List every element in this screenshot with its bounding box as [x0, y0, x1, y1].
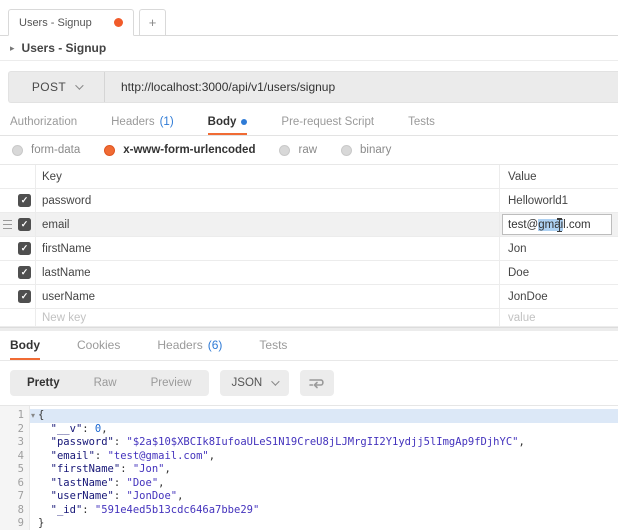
unsaved-changes-dot-icon [114, 18, 123, 27]
line-number: 6 [0, 477, 30, 491]
request-tab-label: Users - Signup [19, 17, 114, 29]
request-tab-body[interactable]: Body [208, 111, 248, 135]
row-checkbox[interactable]: ✓ [18, 242, 31, 255]
params-table: Key Value ✓ password Helloworld1 ✓ email… [0, 164, 618, 327]
response-tab-headers[interactable]: Headers (6) [157, 331, 222, 360]
param-key-input[interactable]: email [36, 213, 500, 236]
row-checkbox[interactable]: ✓ [18, 218, 31, 231]
new-value-input[interactable]: value [500, 309, 618, 326]
language-label: JSON [232, 377, 263, 389]
body-mode-raw[interactable]: raw [279, 144, 317, 156]
wrap-lines-button[interactable] [300, 370, 334, 396]
postman-window: Users - Signup + ▸ Users - Signup POST h… [0, 0, 618, 530]
request-tab-tests[interactable]: Tests [408, 111, 435, 135]
param-row[interactable]: ✓ firstName Jon [0, 237, 618, 261]
method-label: POST [32, 80, 66, 94]
row-checkbox[interactable]: ✓ [18, 194, 31, 207]
param-row[interactable]: ✓ userName JonDoe [0, 285, 618, 309]
param-value-input[interactable]: Helloworld1 [500, 189, 618, 212]
new-key-input[interactable]: New key [36, 309, 500, 326]
code-line: 9} [0, 517, 618, 530]
line-number: 2 [0, 423, 30, 437]
value-column-header: Value [500, 165, 618, 188]
line-number: 4 [0, 450, 30, 464]
request-tab[interactable]: Users - Signup [8, 9, 134, 36]
collapse-caret-icon[interactable]: ▸ [10, 43, 15, 54]
request-tab-headers[interactable]: Headers (1) [111, 111, 174, 135]
response-tabs: Body Cookies Headers (6) Tests [0, 331, 618, 361]
request-tab-authorization[interactable]: Authorization [10, 111, 77, 135]
new-tab-button[interactable]: + [139, 9, 166, 36]
radio-icon[interactable] [279, 145, 290, 156]
line-number: 9 [0, 517, 30, 530]
line-number: 8 [0, 504, 30, 518]
code-line: 5 "firstName": "Jon", [0, 463, 618, 477]
code-line: 3 "password": "$2a$10$XBCIk8IufoaULeS1N1… [0, 436, 618, 450]
response-tab-body[interactable]: Body [10, 331, 40, 360]
code-line: 7 "userName": "JonDoe", [0, 490, 618, 504]
param-key-input[interactable]: lastName [36, 261, 500, 284]
request-name: Users - Signup [22, 41, 107, 55]
fold-caret-icon[interactable]: ▾ [31, 409, 35, 423]
response-toolbar: PrettyRawPreview JSON [0, 361, 618, 405]
code-line: 2 "__v": 0, [0, 423, 618, 437]
param-row[interactable]: ✓ email test@gmail.com [0, 213, 618, 237]
view-mode-pretty[interactable]: Pretty [10, 370, 77, 396]
request-name-row[interactable]: ▸ Users - Signup [0, 36, 618, 61]
chevron-down-icon [271, 377, 279, 385]
tab-bar: Users - Signup + [0, 0, 618, 36]
param-value-input-focused[interactable]: test@gmail.com [502, 214, 612, 235]
body-mode-x-www-form-urlencoded[interactable]: x-www-form-urlencoded [104, 144, 255, 156]
code-line: 4 "email": "test@gmail.com", [0, 450, 618, 464]
row-checkbox[interactable]: ✓ [18, 290, 31, 303]
code-line: 6 "lastName": "Doe", [0, 477, 618, 491]
param-value-input[interactable]: test@gmail.com [500, 213, 618, 236]
radio-icon[interactable] [104, 145, 115, 156]
code-line: 8 "_id": "591e4ed5b13cdc646a7bbe29" [0, 504, 618, 518]
param-value-input[interactable]: Jon [500, 237, 618, 260]
language-dropdown[interactable]: JSON [220, 370, 290, 396]
url-bar: POST http://localhost:3000/api/v1/users/… [8, 71, 618, 103]
line-number: 7 [0, 490, 30, 504]
code-line: 1▾{ [0, 409, 618, 423]
row-checkbox[interactable]: ✓ [18, 266, 31, 279]
line-number: 1 [0, 409, 30, 423]
method-dropdown[interactable]: POST [9, 72, 105, 102]
new-param-row[interactable]: New key value [0, 309, 618, 327]
response-tab-cookies[interactable]: Cookies [77, 331, 120, 360]
params-header-row: Key Value [0, 165, 618, 189]
url-input[interactable]: http://localhost:3000/api/v1/users/signu… [105, 80, 335, 94]
key-column-header: Key [36, 165, 500, 188]
param-key-input[interactable]: password [36, 189, 500, 212]
radio-icon[interactable] [12, 145, 23, 156]
line-number: 3 [0, 436, 30, 450]
param-value-input[interactable]: JonDoe [500, 285, 618, 308]
view-mode-switcher: PrettyRawPreview [10, 370, 209, 396]
wrap-lines-icon [309, 377, 325, 389]
text-cursor-icon [555, 218, 564, 232]
param-row[interactable]: ✓ password Helloworld1 [0, 189, 618, 213]
param-row[interactable]: ✓ lastName Doe [0, 261, 618, 285]
param-key-input[interactable]: firstName [36, 237, 500, 260]
view-mode-raw[interactable]: Raw [77, 370, 134, 396]
param-key-input[interactable]: userName [36, 285, 500, 308]
drag-handle-icon[interactable] [3, 220, 12, 229]
response-body-viewer[interactable]: 1▾{2 "__v": 0,3 "password": "$2a$10$XBCI… [0, 405, 618, 530]
view-mode-preview[interactable]: Preview [134, 370, 209, 396]
body-mode-row: form-data x-www-form-urlencoded raw bina… [0, 136, 618, 164]
param-value-input[interactable]: Doe [500, 261, 618, 284]
count-badge: (6) [208, 338, 223, 352]
response-tab-tests[interactable]: Tests [259, 331, 287, 360]
request-tab-pre-request-script[interactable]: Pre-request Script [281, 111, 374, 135]
radio-icon[interactable] [341, 145, 352, 156]
chevron-down-icon [75, 81, 83, 89]
blue-dot-icon [241, 119, 247, 125]
body-mode-form-data[interactable]: form-data [12, 144, 80, 156]
line-number: 5 [0, 463, 30, 477]
count-badge: (1) [160, 116, 174, 128]
body-mode-binary[interactable]: binary [341, 144, 391, 156]
request-tabs: Authorization Headers (1) Body Pre-reque… [0, 111, 618, 136]
